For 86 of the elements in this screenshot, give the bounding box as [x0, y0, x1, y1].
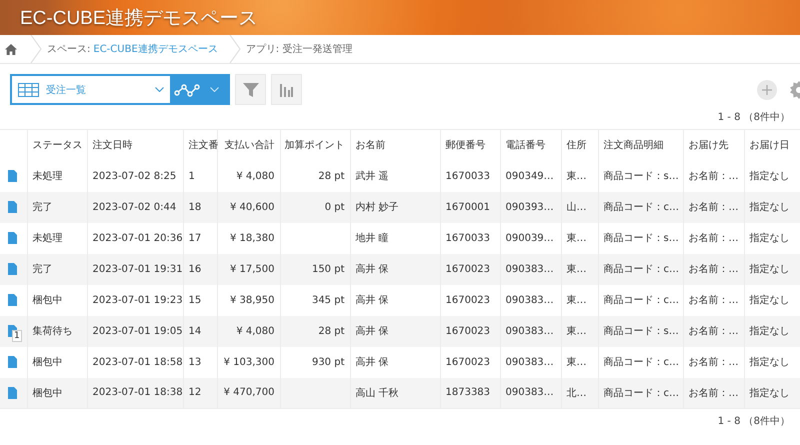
table-cell: ¥ 4,080 [217, 316, 280, 346]
table-cell: 2023-07-02 0:44 [87, 192, 183, 222]
line-graph-icon [174, 82, 200, 96]
space-title: EC-CUBE連携デモスペース [20, 6, 258, 30]
document-icon[interactable] [8, 263, 17, 275]
table-cell: 完了 [27, 192, 87, 222]
table-cell: 高井 保 [350, 254, 440, 284]
document-icon[interactable] [8, 170, 17, 182]
breadcrumb-item: アプリ: 受注一発送管理 [246, 42, 352, 56]
table-cell: 商品コード：s… [598, 316, 683, 346]
column-header: 注文日時 [87, 130, 183, 160]
column-header: 注文番 [183, 130, 217, 160]
table-cell: 指定なし [744, 192, 800, 222]
view-name: 受注一覧 [46, 84, 87, 96]
table-cell: 山… [561, 192, 598, 222]
chart-button[interactable] [271, 74, 302, 105]
table-cell: 16 [183, 254, 217, 284]
bar-chart-icon [280, 82, 293, 97]
column-header: お届け日 [744, 130, 800, 160]
table-cell: 北… [561, 378, 598, 408]
table-cell: 内村 妙子 [350, 192, 440, 222]
table-cell: お名前：… [683, 378, 744, 408]
table-cell: 2023-07-01 19:05 [87, 316, 183, 346]
column-header: 支払い合計 [217, 130, 280, 160]
table-cell: 完了 [27, 254, 87, 284]
column-header: 加算ポイント [280, 130, 350, 160]
table-cell: 28 pt [280, 316, 350, 346]
document-icon[interactable] [8, 386, 17, 399]
home-icon[interactable] [5, 44, 17, 54]
table-cell: 0 pt [280, 192, 350, 222]
table-cell: 高山 千秋 [350, 378, 440, 408]
view-selector[interactable]: 受注一覧 [12, 76, 170, 103]
pagination-info: 1 - 8 （8件中） [718, 110, 790, 124]
add-button[interactable] [757, 80, 777, 100]
document-icon[interactable] [8, 294, 17, 306]
table-cell: 高井 保 [350, 316, 440, 346]
table-cell: 2023-07-01 18:38 [87, 378, 183, 408]
table-cell: 090383… [500, 378, 561, 408]
table-cell: 2023-07-01 19:31 [87, 254, 183, 284]
pagination-info: 1 - 8 （8件中） [718, 414, 790, 428]
table-cell: お名前：… [683, 254, 744, 284]
table-cell: 150 pt [280, 254, 350, 284]
column-header: 郵便番号 [440, 130, 500, 160]
table-cell: 1670023 [440, 316, 500, 346]
document-icon[interactable] [8, 232, 17, 244]
caret-icon [155, 87, 164, 92]
table-cell: 090383… [500, 254, 561, 284]
table-cell: お名前：… [683, 192, 744, 222]
document-icon[interactable] [8, 356, 17, 368]
table-icon [18, 82, 39, 96]
table-cell: 商品コード：c… [598, 254, 683, 284]
table-cell: 東… [561, 316, 598, 346]
table-cell: ¥ 470,700 [217, 378, 280, 408]
column-header: 住所 [561, 130, 598, 160]
table-cell: 1873383 [440, 378, 500, 408]
table-cell: 指定なし [744, 254, 800, 284]
table-cell: ¥ 17,500 [217, 254, 280, 284]
space-link[interactable]: EC-CUBE連携デモスペース [93, 44, 218, 55]
table-cell: 指定なし [744, 378, 800, 408]
column-header: お届け先 [683, 130, 744, 160]
document-icon[interactable] [8, 201, 17, 213]
comment-count-badge: 1 [12, 330, 22, 342]
table-cell: 12 [183, 378, 217, 408]
table-cell: 18 [183, 192, 217, 222]
table-cell: 指定なし [744, 316, 800, 346]
table-cell: 梱包中 [27, 378, 87, 408]
column-header: 電話番号 [500, 130, 561, 160]
table-cell: 東… [561, 254, 598, 284]
table-cell: 1670001 [440, 192, 500, 222]
filter-button[interactable] [235, 74, 266, 105]
column-header: 注文商品明細 [598, 130, 683, 160]
plus-icon [762, 84, 772, 94]
table-cell: ¥ 40,600 [217, 192, 280, 222]
filter-icon [242, 82, 258, 98]
table-cell: 商品コード：c… [598, 378, 683, 408]
table-cell: 集荷待ち [27, 316, 87, 346]
table-cell: 14 [183, 316, 217, 346]
column-header: お名前 [350, 130, 440, 160]
breadcrumb-label: スペース: [47, 44, 90, 55]
column-header: ステータス [27, 130, 87, 160]
table-cell: 1670023 [440, 254, 500, 284]
caret-icon [210, 87, 219, 92]
table-cell: 090393… [500, 192, 561, 222]
table-cell: 商品コード：c… [598, 192, 683, 222]
table-cell: お名前：… [683, 316, 744, 346]
table-cell: 090383… [500, 316, 561, 346]
